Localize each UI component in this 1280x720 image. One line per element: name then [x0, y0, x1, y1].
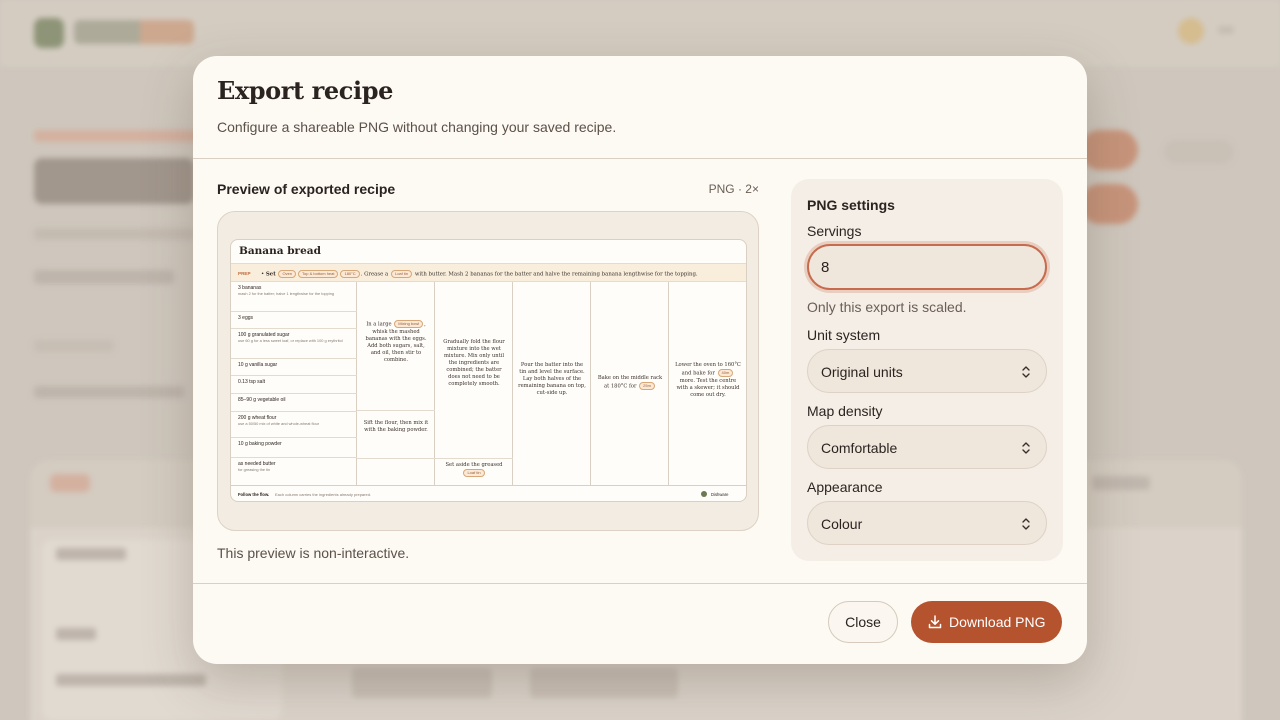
unit-system-select[interactable]: Original units — [807, 349, 1047, 393]
ingredient-name: 0.13 tsp salt — [238, 379, 265, 385]
map-density-label: Map density — [807, 403, 883, 419]
step-column: In a large Mixing bowl, whisk the mashed… — [357, 282, 435, 486]
download-png-button[interactable]: Download PNG — [911, 601, 1062, 643]
chip-heat: Top & bottom heat — [298, 270, 339, 278]
servings-input[interactable] — [807, 244, 1047, 290]
step-text: Pour the batter into the tin and level t… — [518, 362, 586, 396]
prep-text: • Set Oven Top & bottom heat 180°C. Grease… — [261, 270, 698, 278]
ingredient-note: use 60 g for a less sweet loaf, or repla… — [238, 338, 343, 343]
brand-logo-icon — [701, 491, 707, 497]
step-text: Lower the oven to 160°C and bake for 40m… — [674, 362, 742, 399]
ingredient-name: 3 eggs — [238, 315, 254, 321]
ingredient-row: 85–90 g vegetable oil — [231, 394, 357, 412]
recipe-flow-grid: 3 bananas mash 2 for the batter; halve 1… — [231, 282, 746, 486]
footer-label: Follow the flow. — [238, 492, 270, 497]
step-divider — [357, 458, 435, 459]
chevron-updown-icon — [1022, 442, 1030, 454]
ingredient-name: 10 g baking powder — [238, 441, 282, 447]
step-1a: In a large — [366, 321, 392, 328]
ingredient-row: 0.13 tsp salt — [231, 376, 357, 394]
step-4a: Set aside the greased — [445, 462, 503, 468]
ingredient-name: 10 g vanilla sugar — [238, 362, 278, 368]
chip-loaf-tin: Loaf tin — [463, 469, 485, 477]
unit-system-label: Unit system — [807, 327, 881, 343]
ingredient-row: 10 g vanilla sugar — [231, 359, 357, 376]
download-icon — [928, 615, 942, 629]
divider — [193, 583, 1087, 584]
map-density-select[interactable]: Comfortable — [807, 425, 1047, 469]
preview-heading: Preview of exported recipe — [217, 181, 396, 197]
prep-label: PREP — [238, 271, 251, 276]
appearance-label: Appearance — [807, 479, 883, 495]
chevron-updown-icon — [1022, 366, 1030, 378]
ingredient-row: 100 g granulated sugar use 60 g for a le… — [231, 329, 357, 359]
chip-timer: 40m — [717, 369, 734, 377]
chip-oven: Oven — [278, 270, 297, 278]
chevron-updown-icon — [1022, 518, 1030, 530]
step-text: Sift the flour, then mix it with the bak… — [363, 420, 429, 433]
appearance-value: Colour — [821, 516, 863, 532]
preview-format-meta: PNG · 2× — [708, 182, 759, 196]
settings-title: PNG settings — [807, 197, 895, 213]
step-column: Gradually fold the flour mixture into th… — [435, 282, 513, 486]
ingredient-row: 3 bananas mash 2 for the batter; halve 1… — [231, 282, 357, 312]
step-7b: more. Test the centre with a skewer; it … — [676, 377, 740, 398]
prep-bar: PREP • Set Oven Top & bottom heat 180°C. G… — [231, 263, 746, 282]
servings-label: Servings — [807, 223, 862, 239]
chip-loaf-tin: Loaf tin — [390, 270, 413, 278]
png-settings-panel: PNG settings Servings Only this export i… — [791, 179, 1063, 561]
map-density-value: Comfortable — [821, 440, 898, 456]
download-label: Download PNG — [949, 614, 1046, 630]
step-divider — [357, 410, 435, 411]
footer-brand: Dishware — [711, 492, 729, 497]
step-text: In a large Mixing bowl, whisk the mashed… — [362, 320, 430, 364]
step-text: Gradually fold the flour mixture into th… — [443, 339, 505, 387]
step-text: Bake on the middle rack at 180°C for 25m — [596, 375, 664, 391]
servings-help: Only this export is scaled. — [807, 299, 967, 315]
ingredient-note: use a 50/50 mix of white and whole-wheat… — [238, 421, 320, 426]
footer-note: Each column carries the ingredients alre… — [275, 492, 372, 497]
preview-frame: Banana bread PREP • Set Oven Top & bottom… — [217, 211, 759, 531]
ingredient-row: 10 g baking powder — [231, 438, 357, 458]
prep-grease: . Grease a — [360, 271, 389, 278]
dialog-title: Export recipe — [217, 76, 393, 105]
step-1b: , whisk the mashed bananas with the eggs… — [365, 321, 427, 363]
dialog-subtitle: Configure a shareable PNG without changi… — [217, 119, 617, 135]
unit-system-value: Original units — [821, 364, 903, 380]
chip-timer: 25m — [639, 382, 655, 390]
step-column: Lower the oven to 160°C and bake for 40m… — [669, 282, 746, 486]
step-divider — [435, 458, 513, 459]
chip-temp: 180°C — [340, 270, 360, 278]
ingredient-row: 3 eggs — [231, 312, 357, 329]
ingredient-note: for greasing the tin — [238, 467, 271, 472]
chip-mixing-bowl: Mixing bowl — [394, 320, 424, 328]
step-column: Pour the batter into the tin and level t… — [513, 282, 591, 486]
ingredient-row: 200 g wheat flour use a 50/50 mix of whi… — [231, 412, 357, 438]
prep-rest: with butter. Mash 2 bananas for the batt… — [414, 271, 698, 278]
step-column: Bake on the middle rack at 180°C for 25m — [591, 282, 669, 486]
ingredient-row: as needed butter for greasing the tin — [231, 458, 357, 486]
preview-note: This preview is non-interactive. — [217, 545, 410, 561]
ingredient-note: mash 2 for the batter; halve 1 lengthwis… — [238, 291, 335, 296]
close-button[interactable]: Close — [828, 601, 898, 643]
recipe-footer: Follow the flow. Each column carries the… — [231, 486, 746, 501]
appearance-select[interactable]: Colour — [807, 501, 1047, 545]
ingredient-name: 85–90 g vegetable oil — [238, 397, 286, 403]
ingredient-column: 3 bananas mash 2 for the batter; halve 1… — [231, 282, 357, 486]
recipe-title: Banana bread — [239, 245, 321, 257]
divider — [193, 158, 1087, 159]
export-dialog: Export recipe Configure a shareable PNG … — [193, 56, 1087, 664]
recipe-preview-card: Banana bread PREP • Set Oven Top & bottom… — [230, 239, 747, 502]
prep-set-word: Set — [265, 271, 276, 278]
step-text: Set aside the greased Loaf tin — [440, 462, 508, 478]
